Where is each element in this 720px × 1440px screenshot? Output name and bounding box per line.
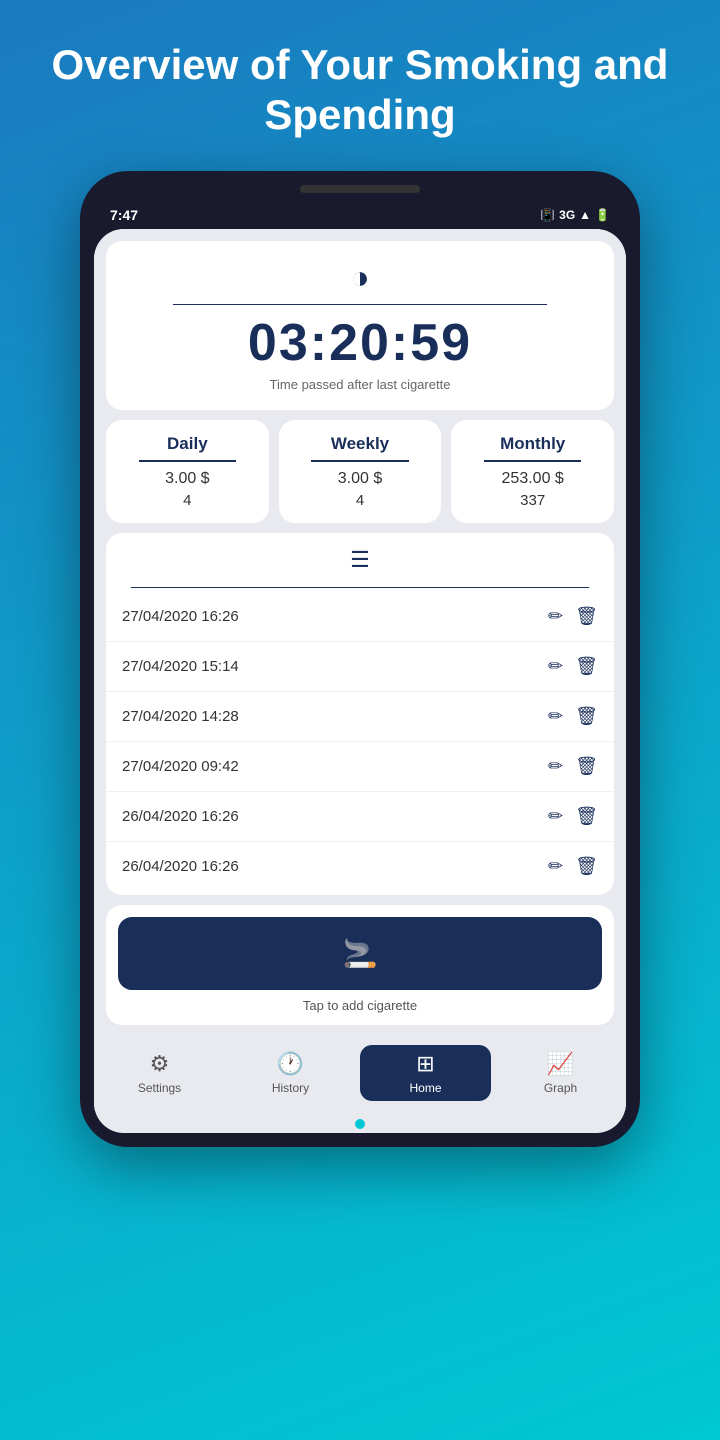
nav-item-home[interactable]: ⊞ Home: [360, 1045, 491, 1101]
nav-label-graph: Graph: [544, 1081, 577, 1095]
history-actions-3: ✏ 🗑: [548, 706, 598, 727]
wifi-icon: ▲: [579, 208, 591, 222]
screen-content: ◑ 03:20:59 Time passed after last cigare…: [94, 229, 626, 1038]
status-icons: 📳 3G ▲ 🔋: [540, 208, 610, 222]
timer-label: Time passed after last cigarette: [126, 377, 594, 392]
history-actions-1: ✏ 🗑: [548, 606, 598, 627]
list-item: 26/04/2020 16:26 ✏ 🗑: [106, 842, 614, 891]
list-item: 26/04/2020 16:26 ✏ 🗑: [106, 792, 614, 842]
weekly-amount: 3.00 $: [291, 470, 430, 488]
home-icon: ⊞: [416, 1051, 434, 1077]
history-actions-6: ✏ 🗑: [548, 856, 598, 877]
monthly-amount: 253.00 $: [463, 470, 602, 488]
edit-icon-3[interactable]: ✏: [548, 706, 563, 727]
delete-icon-3[interactable]: 🗑: [575, 706, 598, 727]
home-indicator: [355, 1119, 365, 1129]
history-date-4: 27/04/2020 09:42: [122, 758, 239, 775]
history-actions-2: ✏ 🗑: [548, 656, 598, 677]
add-cigarette-section: 🚬 Tap to add cigarette: [106, 905, 614, 1025]
stat-card-monthly: Monthly 253.00 $ 337: [451, 420, 614, 523]
history-date-1: 27/04/2020 16:26: [122, 608, 239, 625]
page-header: Overview of Your Smoking and Spending: [0, 40, 720, 141]
add-cigarette-button[interactable]: 🚬: [118, 917, 602, 990]
list-item: 27/04/2020 16:26 ✏ 🗑: [106, 592, 614, 642]
monthly-count: 337: [463, 492, 602, 509]
delete-icon-6[interactable]: 🗑: [575, 856, 598, 877]
edit-icon-5[interactable]: ✏: [548, 806, 563, 827]
monthly-title: Monthly: [463, 434, 602, 454]
daily-title: Daily: [118, 434, 257, 454]
nav-label-home: Home: [409, 1081, 441, 1095]
phone-notch: [300, 185, 420, 193]
daily-divider: [139, 460, 236, 462]
graph-icon: 📈: [547, 1051, 574, 1077]
nav-item-history[interactable]: 🕐 History: [225, 1045, 356, 1101]
nav-label-history: History: [272, 1081, 309, 1095]
history-date-2: 27/04/2020 15:14: [122, 658, 239, 675]
delete-icon-1[interactable]: 🗑: [575, 606, 598, 627]
nav-label-settings: Settings: [138, 1081, 181, 1095]
edit-icon-6[interactable]: ✏: [548, 856, 563, 877]
phone-frame: 7:47 📳 3G ▲ 🔋 ◑ 03:20:59 Time passed aft…: [80, 171, 640, 1148]
list-item: 27/04/2020 15:14 ✏ 🗑: [106, 642, 614, 692]
timer-card: ◑ 03:20:59 Time passed after last cigare…: [106, 241, 614, 411]
history-card: ☰ 27/04/2020 16:26 ✏ 🗑 27/04/2020 15:14: [106, 533, 614, 896]
history-actions-4: ✏ 🗑: [548, 756, 598, 777]
phone-screen: ◑ 03:20:59 Time passed after last cigare…: [94, 229, 626, 1134]
timer-time: 03:20:59: [126, 317, 594, 369]
stat-card-weekly: Weekly 3.00 $ 4: [279, 420, 442, 523]
monthly-divider: [484, 460, 581, 462]
history-date-6: 26/04/2020 16:26: [122, 858, 239, 875]
clock-icon: ◑: [126, 259, 594, 296]
weekly-count: 4: [291, 492, 430, 509]
signal-text: 3G: [559, 208, 575, 222]
delete-icon-4[interactable]: 🗑: [575, 756, 598, 777]
history-header-icon: ☰: [106, 533, 614, 587]
history-icon: 🕐: [277, 1051, 304, 1077]
nav-item-graph[interactable]: 📈 Graph: [495, 1045, 626, 1101]
history-date-3: 27/04/2020 14:28: [122, 708, 239, 725]
history-list: 27/04/2020 16:26 ✏ 🗑 27/04/2020 15:14 ✏ …: [106, 588, 614, 895]
battery-icon: 🔋: [595, 208, 610, 222]
edit-icon-1[interactable]: ✏: [548, 606, 563, 627]
timer-divider: [173, 304, 547, 306]
status-bar: 7:47 📳 3G ▲ 🔋: [94, 201, 626, 229]
bottom-nav: ⚙ Settings 🕐 History ⊞ Home 📈 Graph: [94, 1037, 626, 1111]
history-date-5: 26/04/2020 16:26: [122, 808, 239, 825]
nav-item-settings[interactable]: ⚙ Settings: [94, 1045, 225, 1101]
history-actions-5: ✏ 🗑: [548, 806, 598, 827]
weekly-title: Weekly: [291, 434, 430, 454]
stat-card-daily: Daily 3.00 $ 4: [106, 420, 269, 523]
daily-count: 4: [118, 492, 257, 509]
list-item: 27/04/2020 09:42 ✏ 🗑: [106, 742, 614, 792]
cigarette-icon: 🚬: [343, 937, 378, 970]
edit-icon-4[interactable]: ✏: [548, 756, 563, 777]
delete-icon-2[interactable]: 🗑: [575, 656, 598, 677]
edit-icon-2[interactable]: ✏: [548, 656, 563, 677]
daily-amount: 3.00 $: [118, 470, 257, 488]
status-time: 7:47: [110, 207, 138, 223]
list-item: 27/04/2020 14:28 ✏ 🗑: [106, 692, 614, 742]
settings-icon: ⚙: [150, 1051, 170, 1077]
delete-icon-5[interactable]: 🗑: [575, 806, 598, 827]
stats-row: Daily 3.00 $ 4 Weekly 3.00 $ 4 Monthly 2…: [106, 420, 614, 523]
weekly-divider: [311, 460, 408, 462]
vibrate-icon: 📳: [540, 208, 555, 222]
add-cigarette-label: Tap to add cigarette: [118, 998, 602, 1013]
